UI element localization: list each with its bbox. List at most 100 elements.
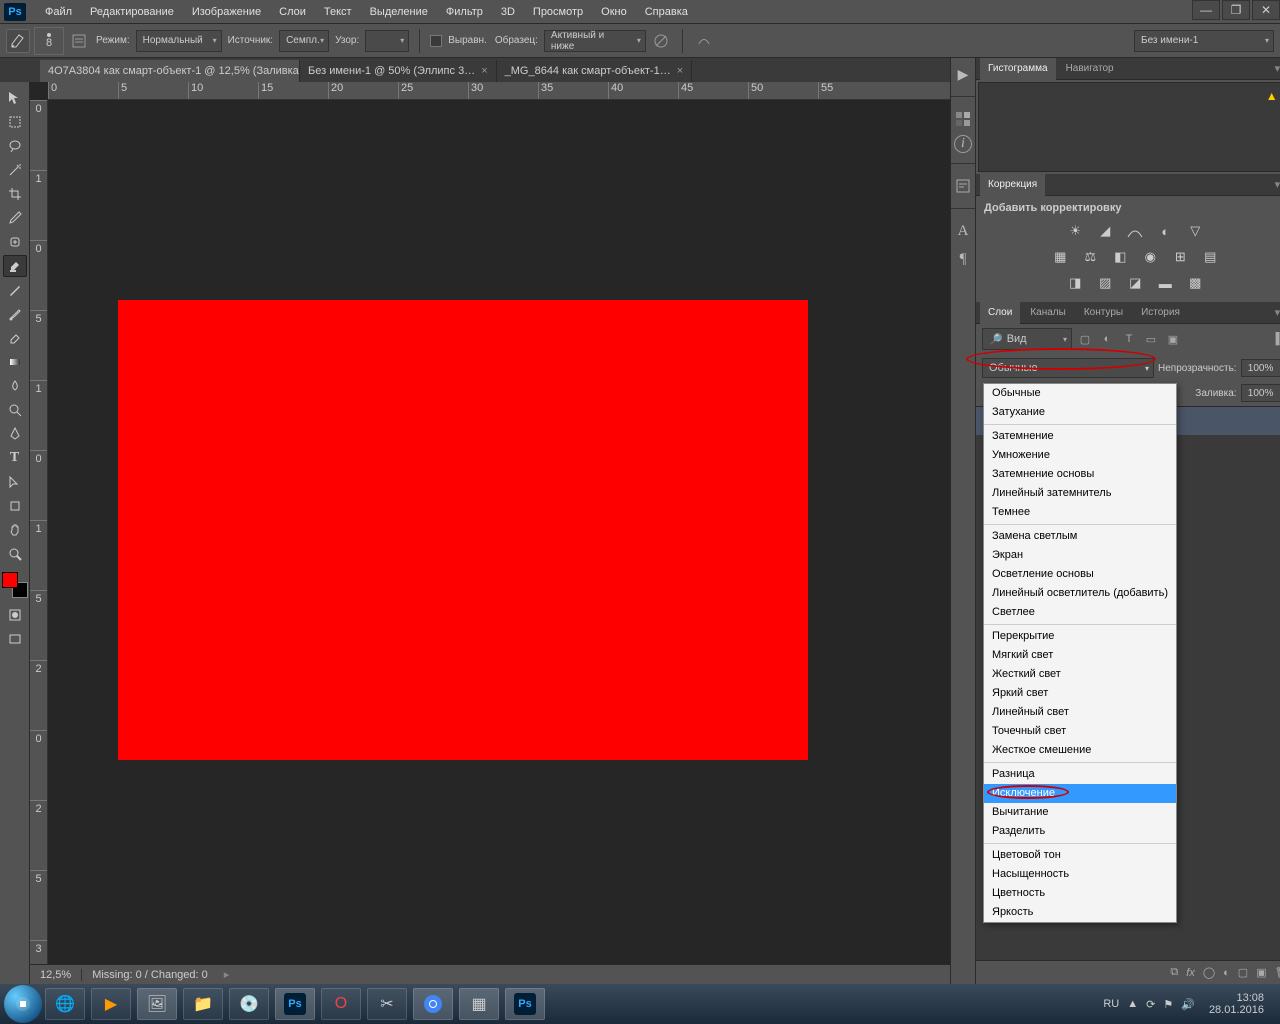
panel-menu-icon[interactable]: ▾≡ (1271, 306, 1280, 319)
blend-mode-option[interactable]: Вычитание (984, 803, 1176, 822)
threshold-icon[interactable]: ◪ (1125, 274, 1145, 292)
blend-mode-option[interactable]: Мягкий свет (984, 646, 1176, 665)
vibrance-icon[interactable]: ▽ (1185, 222, 1205, 240)
group-icon[interactable]: ▢ (1238, 966, 1248, 979)
eyedropper-tool[interactable] (3, 207, 27, 229)
menu-edit[interactable]: Редактирование (81, 0, 183, 24)
blend-mode-option[interactable]: Замена светлым (984, 527, 1176, 546)
blend-mode-option[interactable]: Точечный свет (984, 722, 1176, 741)
paths-tab[interactable]: Контуры (1076, 302, 1131, 324)
aligned-checkbox[interactable] (430, 35, 442, 47)
pattern-dropdown[interactable] (365, 30, 409, 52)
blend-mode-option[interactable]: Жесткий свет (984, 665, 1176, 684)
trash-icon[interactable]: 🗑 (1275, 966, 1280, 979)
blend-mode-option[interactable]: Обычные (984, 384, 1176, 403)
histogram-tab[interactable]: Гистограмма (980, 58, 1056, 80)
fx-icon[interactable]: fx (1186, 967, 1195, 979)
blend-mode-option[interactable]: Умножение (984, 446, 1176, 465)
screenmode-button[interactable] (3, 628, 27, 650)
panel-menu-icon[interactable]: ▾≡ (1271, 62, 1280, 75)
gradient-map-icon[interactable]: ▬ (1155, 274, 1175, 292)
gradient-tool[interactable] (3, 351, 27, 373)
document-tab[interactable]: Без имени-1 @ 50% (Эллипс 3… × (300, 60, 497, 82)
blend-mode-option[interactable]: Осветление основы (984, 565, 1176, 584)
hue-icon[interactable]: ▦ (1050, 248, 1070, 266)
mask-icon[interactable]: ◯ (1203, 966, 1215, 979)
taskbar-photo[interactable]: 🖼 (137, 988, 177, 1020)
clone-stamp-tool[interactable] (3, 255, 27, 277)
posterize-icon[interactable]: ▨ (1095, 274, 1115, 292)
ignore-adjust-icon[interactable] (650, 30, 672, 52)
menu-filter[interactable]: Фильтр (437, 0, 492, 24)
brush-size-preview[interactable]: 8 (34, 27, 64, 55)
close-icon[interactable]: × (481, 65, 487, 77)
blend-mode-option[interactable]: Линейный осветлитель (добавить) (984, 584, 1176, 603)
filter-pixel-icon[interactable]: ▢ (1076, 330, 1094, 348)
window-minimize-button[interactable]: — (1192, 0, 1220, 20)
blend-mode-option[interactable]: Цветовой тон (984, 846, 1176, 865)
opacity-value[interactable]: 100% (1241, 359, 1280, 377)
spot-heal-tool[interactable] (3, 231, 27, 253)
workspace-dropdown[interactable]: Без имени-1 (1134, 30, 1274, 52)
blend-mode-option[interactable]: Линейный затемнитель (984, 484, 1176, 503)
curves-icon[interactable] (1125, 222, 1145, 240)
menu-text[interactable]: Текст (315, 0, 361, 24)
taskbar-ie[interactable]: 🌐 (45, 988, 85, 1020)
filter-type-icon[interactable]: T (1120, 330, 1138, 348)
window-restore-button[interactable]: ❐ (1222, 0, 1250, 20)
menu-select[interactable]: Выделение (361, 0, 437, 24)
close-icon[interactable]: × (677, 65, 683, 77)
play-icon[interactable]: ▶ (951, 62, 975, 86)
current-tool-icon[interactable] (6, 29, 30, 53)
blend-mode-option[interactable]: Исключение (984, 784, 1176, 803)
balance-icon[interactable]: ⚖ (1080, 248, 1100, 266)
swatches-icon[interactable] (951, 107, 975, 131)
blend-mode-option[interactable]: Затемнение (984, 427, 1176, 446)
blend-mode-option[interactable]: Светлее (984, 603, 1176, 622)
blend-mode-option[interactable]: Жесткое смешение (984, 741, 1176, 760)
channels-tab[interactable]: Каналы (1022, 302, 1074, 324)
menu-3d[interactable]: 3D (492, 0, 524, 24)
sample-dropdown[interactable]: Активный и ниже (544, 30, 646, 52)
zoom-value[interactable]: 12,5% (30, 969, 81, 981)
levels-icon[interactable]: ◢ (1095, 222, 1115, 240)
blend-mode-option[interactable]: Линейный свет (984, 703, 1176, 722)
layer-filter-dropdown[interactable]: 🔎Вид (982, 328, 1072, 350)
blur-tool[interactable] (3, 375, 27, 397)
color-swatches[interactable] (2, 572, 28, 598)
lookup-icon[interactable]: ▤ (1200, 248, 1220, 266)
taskbar-app[interactable]: ▦ (459, 988, 499, 1020)
blend-mode-option[interactable]: Яркий свет (984, 684, 1176, 703)
navigator-tab[interactable]: Навигатор (1058, 58, 1122, 80)
window-close-button[interactable]: ✕ (1252, 0, 1280, 20)
pressure-icon[interactable] (693, 30, 715, 52)
menu-window[interactable]: Окно (592, 0, 636, 24)
lasso-tool[interactable] (3, 135, 27, 157)
history-brush-tool[interactable] (3, 303, 27, 325)
quickmask-button[interactable] (3, 604, 27, 626)
document-tab[interactable]: _MG_8644 как смарт-объект-1… × (497, 60, 693, 82)
taskbar-opera[interactable]: O (321, 988, 361, 1020)
pen-tool[interactable] (3, 423, 27, 445)
canvas-image[interactable] (118, 300, 808, 760)
filter-smart-icon[interactable]: ▣ (1164, 330, 1182, 348)
shape-tool[interactable] (3, 495, 27, 517)
blend-mode-option[interactable]: Темнее (984, 503, 1176, 522)
zoom-tool[interactable] (3, 543, 27, 565)
invert-icon[interactable]: ◨ (1065, 274, 1085, 292)
menu-layers[interactable]: Слои (270, 0, 315, 24)
canvas-area[interactable]: 0510152025303540455055 0105101520253035 … (30, 82, 950, 984)
photo-filter-icon[interactable]: ◉ (1140, 248, 1160, 266)
blend-mode-option[interactable]: Цветность (984, 884, 1176, 903)
warning-icon[interactable]: ▲ (1266, 89, 1278, 103)
lang-indicator[interactable]: RU (1103, 998, 1119, 1010)
mode-dropdown[interactable]: Нормальный (136, 30, 222, 52)
paragraph-icon[interactable]: ¶ (951, 247, 975, 271)
filter-shape-icon[interactable]: ▭ (1142, 330, 1160, 348)
eraser-tool[interactable] (3, 327, 27, 349)
brush-tool[interactable] (3, 279, 27, 301)
filter-toggle[interactable]: ▌ (1271, 330, 1280, 348)
layers-tab[interactable]: Слои (980, 302, 1020, 324)
tray-flag-icon[interactable]: ⚑ (1163, 998, 1173, 1011)
dodge-tool[interactable] (3, 399, 27, 421)
